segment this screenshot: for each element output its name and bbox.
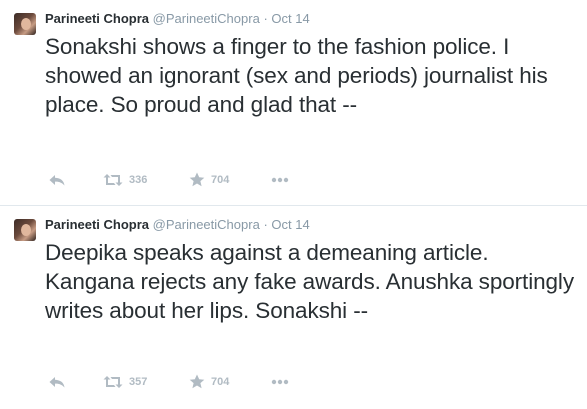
tweet-actions: 357 704 <box>48 374 289 389</box>
tweet-timestamp[interactable]: Oct 14 <box>271 217 309 232</box>
author-handle[interactable]: @ParineetiChopra <box>153 217 260 232</box>
tweet-text: Sonakshi shows a finger to the fashion p… <box>45 34 548 117</box>
tweet-text: Deepika speaks against a demeaning artic… <box>45 240 574 323</box>
avatar-face <box>21 18 31 30</box>
retweet-button[interactable]: 336 <box>103 173 189 187</box>
tweet-actions: 336 704 <box>48 172 289 187</box>
more-button[interactable] <box>271 177 289 183</box>
favorite-count: 704 <box>211 173 230 186</box>
author-name[interactable]: Parineeti Chopra <box>45 11 149 26</box>
star-icon <box>189 374 205 389</box>
reply-icon <box>48 375 66 389</box>
favorite-button[interactable]: 704 <box>189 374 271 389</box>
tweet: Parineeti Chopra @ParineetiChopra · Oct … <box>0 206 587 409</box>
separator-dot: · <box>263 217 268 232</box>
reply-icon <box>48 173 66 187</box>
tweet: Parineeti Chopra @ParineetiChopra · Oct … <box>0 0 587 206</box>
tweet-header: Parineeti Chopra @ParineetiChopra · Oct … <box>45 216 577 234</box>
retweet-icon <box>103 375 123 389</box>
favorite-count: 704 <box>211 375 230 388</box>
separator-dot: · <box>263 11 268 26</box>
avatar-face <box>21 224 31 236</box>
retweet-count: 336 <box>129 173 148 186</box>
more-dots-icon <box>271 379 289 385</box>
retweet-icon <box>103 173 123 187</box>
tweet-header: Parineeti Chopra @ParineetiChopra · Oct … <box>45 10 577 28</box>
more-button[interactable] <box>271 379 289 385</box>
reply-button[interactable] <box>48 375 103 389</box>
more-dots-icon <box>271 177 289 183</box>
tweet-timestamp[interactable]: Oct 14 <box>271 11 309 26</box>
avatar[interactable] <box>14 219 36 241</box>
author-handle[interactable]: @ParineetiChopra <box>153 11 260 26</box>
reply-button[interactable] <box>48 173 103 187</box>
star-icon <box>189 172 205 187</box>
avatar[interactable] <box>14 13 36 35</box>
favorite-button[interactable]: 704 <box>189 172 271 187</box>
retweet-button[interactable]: 357 <box>103 375 189 389</box>
author-name[interactable]: Parineeti Chopra <box>45 217 149 232</box>
retweet-count: 357 <box>129 375 148 388</box>
